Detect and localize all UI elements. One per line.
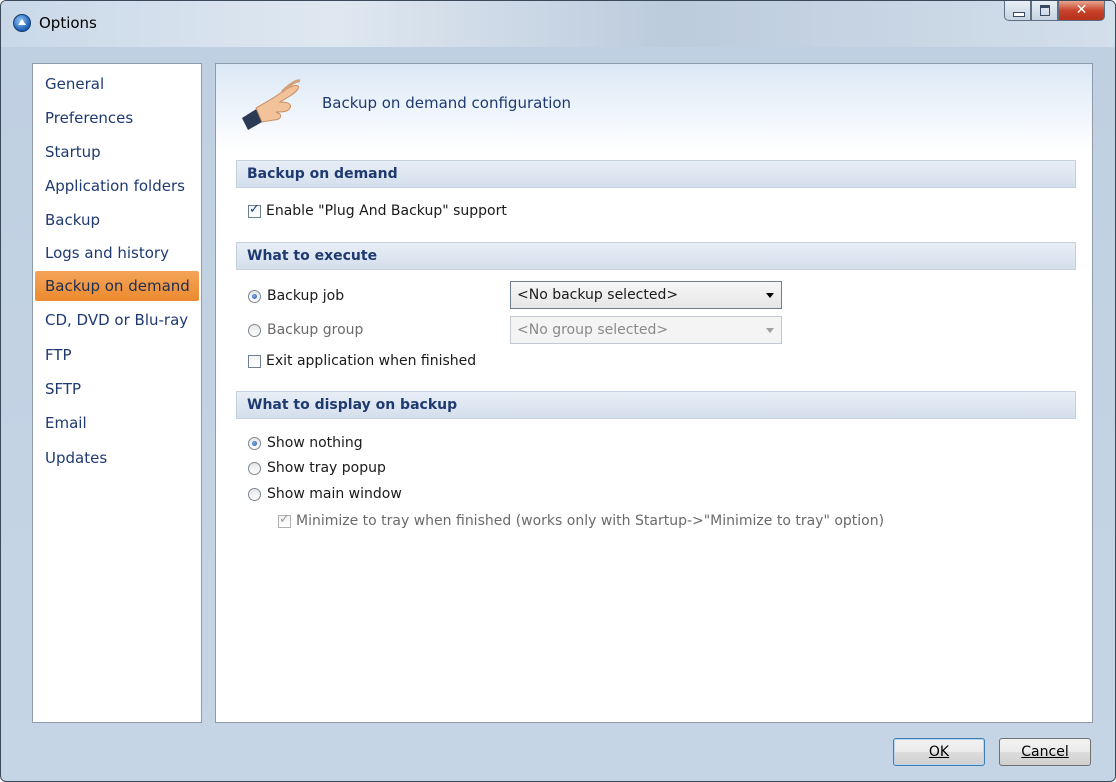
- backup-job-select-value: <No backup selected>: [517, 287, 679, 303]
- maximize-button[interactable]: [1031, 1, 1058, 21]
- title-bar[interactable]: Options ✕: [1, 1, 1115, 47]
- sidebar-item-ftp[interactable]: FTP: [35, 340, 199, 370]
- sidebar-item-sftp[interactable]: SFTP: [35, 374, 199, 404]
- caption-buttons: ✕: [1004, 1, 1105, 21]
- sidebar-item-startup[interactable]: Startup: [35, 137, 199, 167]
- minimize-button[interactable]: [1004, 1, 1031, 21]
- chevron-down-icon: [766, 328, 774, 333]
- backup-job-label: Backup job: [267, 288, 345, 304]
- backup-job-select[interactable]: <No backup selected>: [510, 281, 782, 309]
- enable-plug-and-backup-option[interactable]: Enable "Plug And Backup" support: [248, 202, 507, 219]
- show-tray-popup-radio[interactable]: [248, 461, 261, 475]
- exit-application-label: Exit application when finished: [266, 353, 477, 369]
- minimize-to-tray-label: Minimize to tray when finished (works on…: [296, 513, 885, 529]
- show-tray-popup-option[interactable]: Show tray popup: [248, 460, 386, 476]
- sidebar-item-backup-on-demand[interactable]: Backup on demand: [35, 271, 199, 301]
- backup-group-select-value: <No group selected>: [517, 322, 669, 338]
- exit-application-option[interactable]: Exit application when finished: [248, 353, 476, 369]
- minimize-to-tray-option[interactable]: Minimize to tray when finished (works on…: [278, 512, 885, 529]
- cancel-button-label: Cancel: [1021, 744, 1069, 760]
- show-tray-popup-label: Show tray popup: [267, 460, 386, 476]
- app-icon: [13, 14, 31, 32]
- minimize-to-tray-checkbox[interactable]: [278, 512, 291, 528]
- backup-group-label: Backup group: [267, 322, 364, 338]
- show-nothing-radio[interactable]: [248, 436, 261, 450]
- chevron-down-icon: [766, 293, 774, 298]
- show-main-window-label: Show main window: [267, 486, 402, 502]
- sidebar-item-application-folders[interactable]: Application folders: [35, 171, 199, 201]
- settings-panel: Backup on demand configuration Backup on…: [215, 63, 1093, 723]
- sidebar-item-backup[interactable]: Backup: [35, 205, 199, 235]
- options-window: Options ✕ General Preferences Startup Ap…: [0, 0, 1116, 782]
- options-nav-list: General Preferences Startup Application …: [32, 63, 202, 723]
- close-button[interactable]: ✕: [1058, 1, 1105, 21]
- section-header-what-to-execute: What to execute: [236, 242, 1076, 270]
- backup-group-option[interactable]: Backup group: [248, 322, 363, 338]
- pointing-hand-icon: [242, 79, 301, 130]
- cancel-button[interactable]: Cancel: [999, 738, 1091, 766]
- window-title: Options: [39, 14, 97, 32]
- show-main-window-radio[interactable]: [248, 487, 261, 501]
- sidebar-item-updates[interactable]: Updates: [35, 443, 199, 473]
- show-main-window-option[interactable]: Show main window: [248, 486, 402, 502]
- backup-job-option[interactable]: Backup job: [248, 288, 344, 304]
- panel-title: Backup on demand configuration: [322, 94, 572, 112]
- backup-group-select[interactable]: <No group selected>: [510, 316, 782, 344]
- enable-plug-and-backup-checkbox[interactable]: [248, 202, 261, 218]
- exit-application-checkbox[interactable]: [248, 354, 261, 368]
- show-nothing-option[interactable]: Show nothing: [248, 435, 363, 451]
- section-header-what-to-display: What to display on backup: [236, 391, 1076, 419]
- sidebar-item-cd-dvd-bluray[interactable]: CD, DVD or Blu-ray: [35, 305, 199, 335]
- ok-button[interactable]: OK: [893, 738, 985, 766]
- backup-job-radio[interactable]: [248, 289, 261, 303]
- show-nothing-label: Show nothing: [267, 435, 363, 451]
- enable-plug-and-backup-label: Enable "Plug And Backup" support: [266, 203, 507, 219]
- panel-header: Backup on demand configuration: [216, 64, 1092, 152]
- section-header-backup-on-demand: Backup on demand: [236, 160, 1076, 188]
- sidebar-item-email[interactable]: Email: [35, 408, 199, 438]
- sidebar-item-general[interactable]: General: [35, 69, 199, 99]
- sidebar-item-logs-and-history[interactable]: Logs and history: [35, 238, 199, 268]
- backup-group-radio[interactable]: [248, 323, 261, 337]
- ok-button-label: OK: [928, 744, 950, 760]
- sidebar-item-preferences[interactable]: Preferences: [35, 103, 199, 133]
